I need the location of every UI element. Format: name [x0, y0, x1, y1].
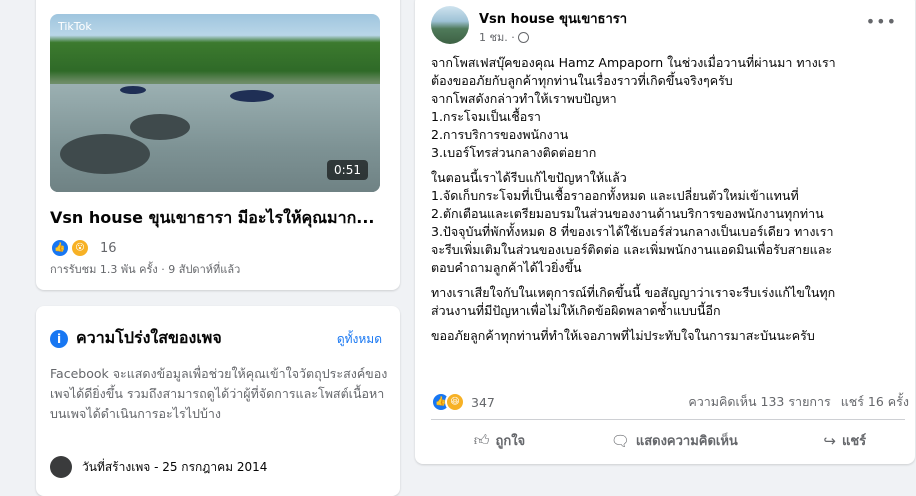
page-avatar[interactable] [431, 6, 469, 44]
post-line: ส่วนงานที่มีปัญหาเพื่อไม่ให้เกิดข้อผิดพล… [431, 303, 721, 318]
video-card: TikTok 0:51 Vsn house ขุนเขาธารา มีอะไรใ… [36, 0, 400, 290]
page-transparency-card: i ความโปร่งใสของเพจ ดูทั้งหมด Facebook จ… [36, 306, 400, 496]
post-actions: 👍︎ ถูกใจ 🗨︎ แสดงความคิดเห็น ↪ แชร์ [431, 430, 909, 451]
share-label: แชร์ [841, 434, 867, 449]
share-icon: ↪ [823, 431, 836, 450]
post-meta: 1 ชม. · [479, 28, 529, 46]
comment-label: แสดงความคิดเห็น [635, 434, 738, 449]
video-reactions[interactable]: 👍 😮 16 [50, 238, 117, 258]
post-line: 3.ปัจจุบันที่พักทั้งหมด 8 ที่ของเราได้ใช… [431, 224, 834, 239]
transparency-header: i ความโปร่งใสของเพจ [50, 326, 222, 351]
globe-icon [517, 31, 529, 43]
post-paragraph: ขออภัยลูกค้าทุกท่านที่ทำให้เจอภาพที่ไม่ป… [431, 327, 909, 345]
tiktok-icon: TikTok [58, 20, 92, 33]
post-line: จะรีบเพิ่มเติมในส่วนของเบอร์ติดต่อ และเพ… [431, 242, 833, 257]
post-line: ต้องขออภัยกับลูกค้าทุกท่านในเรื่องราวที่… [431, 73, 733, 88]
video-title[interactable]: Vsn house ขุนเขาธารา มีอะไรให้คุณมาก... [50, 206, 390, 231]
like-button[interactable]: 👍︎ ถูกใจ [474, 430, 525, 451]
comment-icon: 🗨︎ [610, 431, 630, 450]
thumbs-up-icon: 👍︎ [473, 431, 490, 449]
post-line: ในตอนนี้เราได้รีบแก้ไขปัญหาให้แล้ว [431, 170, 627, 185]
post-reaction-count[interactable]: 347 [471, 395, 495, 410]
post-line: ตอบคำถามลูกค้าได้ไวยิ่งขึ้น [431, 260, 582, 275]
reaction-count: 16 [100, 240, 117, 256]
video-views: การรับชม 1.3 พัน ครั้ง · 9 สัปดาห์ที่แล้… [50, 263, 241, 276]
comment-button[interactable]: 🗨︎ แสดงความคิดเห็น [611, 430, 738, 451]
video-duration: 0:51 [327, 160, 368, 180]
post-paragraph: ในตอนนี้เราได้รีบแก้ไขปัญหาให้แล้ว 1.จัดเ… [431, 169, 909, 277]
haha-reaction-icon: 😆 [445, 392, 465, 412]
transparency-description: Facebook จะแสดงข้อมูลเพื่อช่วยให้คุณเข้า… [50, 366, 388, 421]
post-line: ขออภัยลูกค้าทุกท่านที่ทำให้เจอภาพที่ไม่ป… [431, 328, 815, 343]
post-line: จากโพสดังกล่าวทำให้เราพบปัญหา [431, 91, 617, 106]
post-line: ทางเราเสียใจกับในเหตุการณ์ที่เกิดขึ้นนี้… [431, 285, 836, 300]
info-icon: i [50, 329, 68, 348]
post-line: 1.จัดเก็บกระโจมที่เป็นเชื้อราออกทั้งหมด … [431, 188, 799, 203]
post-line: 2.การบริการของพนักงาน [431, 127, 569, 142]
post-line: 1.กระโจมเป็นเชื้อรา [431, 109, 541, 124]
post-stats: 👍 😆 347 ความคิดเห็น 133 รายการ แชร์ 16 ค… [431, 392, 909, 412]
post-line: 2.ตักเตือนและเตรียมอบรมในส่วนของงานด้านบ… [431, 206, 824, 221]
share-count[interactable]: แชร์ 16 ครั้ง [841, 392, 909, 412]
post-paragraph: ทางเราเสียใจกับในเหตุการณ์ที่เกิดขึ้นนี้… [431, 284, 909, 320]
post-card: Vsn house ขุนเขาธารา 1 ชม. · ••• จากโพสเ… [415, 0, 915, 464]
post-time[interactable]: 1 ชม. · [479, 28, 515, 46]
video-thumbnail[interactable]: TikTok 0:51 [50, 14, 380, 192]
divider [431, 419, 905, 420]
share-button[interactable]: ↪ แชร์ [823, 430, 866, 451]
more-options-icon[interactable]: ••• [866, 12, 897, 31]
flag-icon [50, 456, 72, 478]
rock [130, 114, 190, 140]
person-on-tube [120, 86, 146, 94]
post-line: จากโพสเฟสบุ๊คของคุณ Hamz Ampaporn ในช่วง… [431, 55, 836, 70]
rock [60, 134, 150, 174]
page-created-text: วันที่สร้างเพจ - 25 กรกฎาคม 2014 [82, 459, 268, 474]
page-name-link[interactable]: Vsn house ขุนเขาธารา [479, 8, 627, 29]
see-all-link[interactable]: ดูทั้งหมด [337, 330, 382, 349]
page-created-row: วันที่สร้างเพจ - 25 กรกฎาคม 2014 [50, 456, 267, 478]
post-line: 3.เบอร์โทรส่วนกลางติดต่อยาก [431, 145, 597, 160]
like-reaction-icon: 👍 [50, 238, 70, 258]
post-paragraph: จากโพสเฟสบุ๊คของคุณ Hamz Ampaporn ในช่วง… [431, 54, 909, 162]
post-text: จากโพสเฟสบุ๊คของคุณ Hamz Ampaporn ในช่วง… [431, 54, 909, 352]
like-label: ถูกใจ [495, 434, 526, 449]
wow-reaction-icon: 😮 [70, 238, 90, 258]
person-on-tube [230, 90, 274, 102]
comment-count[interactable]: ความคิดเห็น 133 รายการ [688, 392, 830, 412]
transparency-title: ความโปร่งใสของเพจ [76, 328, 222, 347]
